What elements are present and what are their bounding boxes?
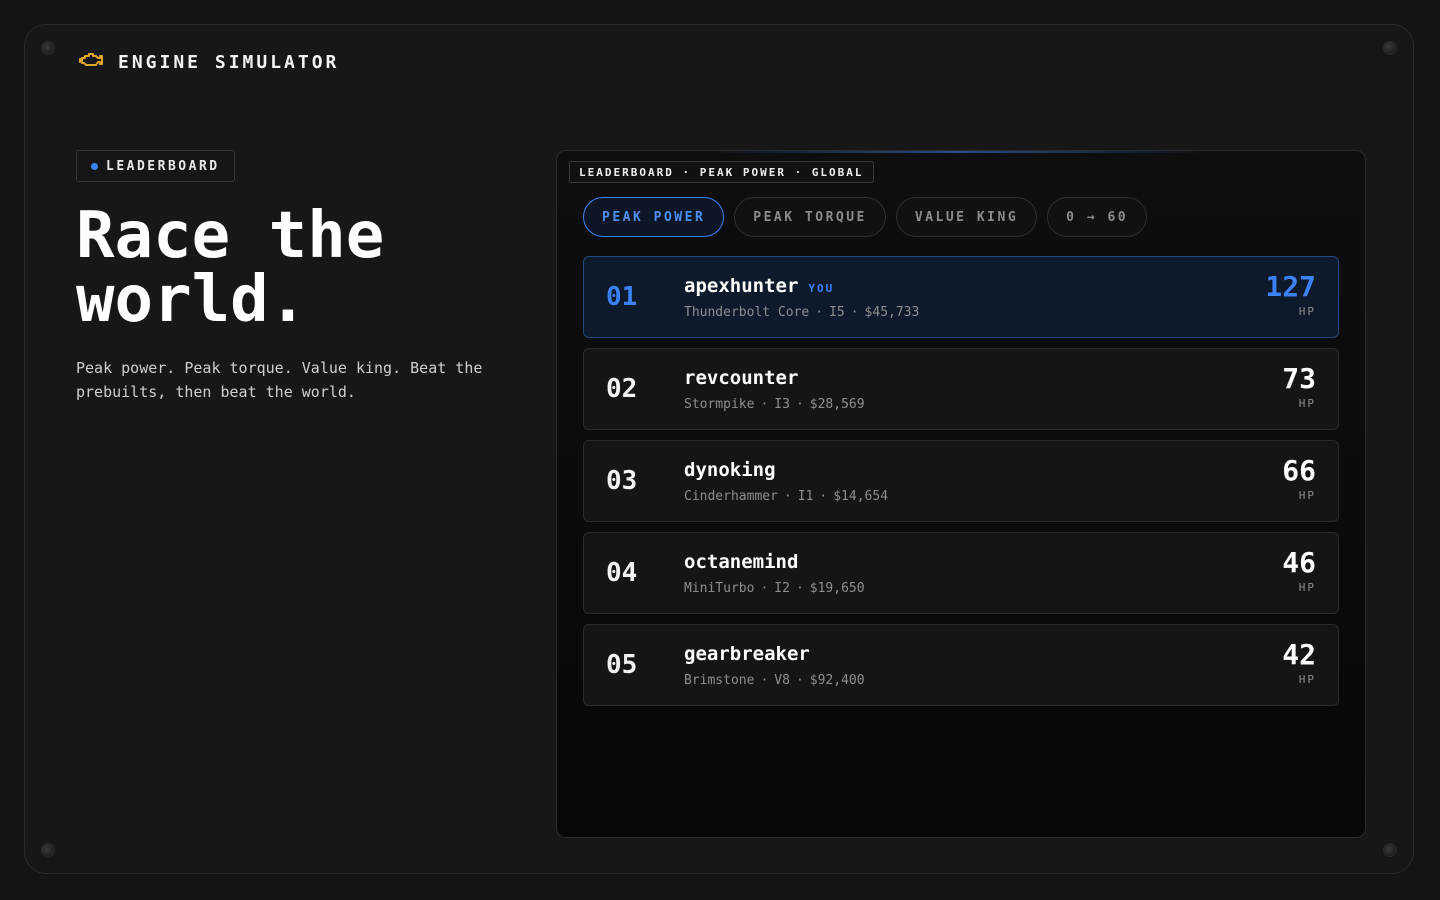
engine-meta: MiniTurbo · I2 · $19,650 [684, 581, 865, 596]
engine-meta: Stormpike · I3 · $28,569 [684, 397, 865, 412]
leaderboard-row[interactable]: 05 gearbreaker Brimstone · V8 · $92,400 42 H… [583, 624, 1339, 706]
tab-peak-torque[interactable]: PEAK TORQUE [734, 197, 886, 237]
score-unit: HP [1298, 397, 1316, 410]
leaderboard-row[interactable]: 01 apexhunter YOU Thunderbolt Core · I5 · $4… [583, 256, 1339, 338]
engine-config: I2 [774, 581, 790, 596]
section-badge: LEADERBOARD [76, 150, 235, 182]
player-name: octanemind [684, 551, 799, 573]
score: 42 HP [1282, 638, 1316, 687]
rank-number: 03 [606, 466, 638, 496]
category-tabs: PEAK POWER PEAK TORQUE VALUE KING 0 → 60 [583, 197, 1148, 237]
engine-price: $14,654 [833, 489, 889, 504]
score: 73 HP [1282, 362, 1316, 411]
player-name: revcounter [684, 367, 799, 389]
headline-line-2: world. [76, 263, 308, 337]
player-line: revcounter [684, 367, 798, 389]
engine-config: I5 [829, 305, 845, 320]
engine-meta: Cinderhammer · I1 · $14,654 [684, 489, 889, 504]
rank-number: 01 [606, 282, 638, 312]
leaderboard-row[interactable]: 04 octanemind MiniTurbo · I2 · $19,650 46 HP [583, 532, 1339, 614]
score-unit: HP [1298, 581, 1316, 594]
engine-price: $19,650 [809, 581, 865, 596]
screw-decoration [41, 843, 55, 857]
player-line: apexhunter YOU [684, 275, 834, 297]
tagline: Peak power. Peak torque. Value king. Bea… [76, 359, 483, 401]
player-line: gearbreaker [684, 643, 810, 665]
player-line: dynoking [684, 459, 776, 481]
app-title: ENGINE SIMULATOR [118, 51, 340, 73]
panel-glow [707, 151, 1207, 153]
engine-icon [78, 50, 104, 74]
player-name: dynoking [684, 459, 776, 481]
page-headline: Race the world. [76, 204, 384, 332]
rank-number: 05 [606, 650, 638, 680]
rank-number: 02 [606, 374, 638, 404]
player-name: gearbreaker [684, 643, 810, 665]
engine-name: Cinderhammer [684, 489, 778, 504]
score-unit: HP [1298, 305, 1316, 318]
score-value: 127 [1265, 270, 1316, 303]
score-unit: HP [1298, 673, 1316, 686]
score-value: 42 [1282, 638, 1316, 671]
score-unit: HP [1298, 489, 1316, 502]
score: 127 HP [1265, 270, 1316, 319]
panel-label: LEADERBOARD · PEAK POWER · GLOBAL [569, 161, 874, 183]
leaderboard-row[interactable]: 02 revcounter Stormpike · I3 · $28,569 73 HP [583, 348, 1339, 430]
engine-config: V8 [774, 673, 790, 688]
engine-meta: Thunderbolt Core · I5 · $45,733 [684, 305, 920, 320]
player-line: octanemind [684, 551, 798, 573]
player-name: apexhunter [684, 275, 799, 297]
badge-label: LEADERBOARD [106, 158, 220, 174]
you-badge: YOU [808, 282, 835, 295]
leaderboard-list: 01 apexhunter YOU Thunderbolt Core · I5 · $4… [583, 256, 1339, 716]
engine-price: $92,400 [809, 673, 865, 688]
rank-number: 04 [606, 558, 638, 588]
engine-name: Stormpike [684, 397, 755, 412]
status-dot-icon [91, 162, 98, 170]
leaderboard-row[interactable]: 03 dynoking Cinderhammer · I1 · $14,654 66 H… [583, 440, 1339, 522]
score: 66 HP [1282, 454, 1316, 503]
engine-name: Brimstone [684, 673, 755, 688]
score-value: 46 [1282, 546, 1316, 579]
tab-zero-to-sixty[interactable]: 0 → 60 [1047, 197, 1148, 237]
tab-peak-power[interactable]: PEAK POWER [583, 197, 725, 237]
headline-line-1: Race the [76, 199, 385, 273]
tab-value-king[interactable]: VALUE KING [895, 197, 1038, 237]
engine-config: I3 [774, 397, 790, 412]
engine-price: $45,733 [864, 305, 920, 320]
engine-name: MiniTurbo [684, 581, 755, 596]
brand[interactable]: ENGINE SIMULATOR [78, 50, 339, 74]
leaderboard-panel: LEADERBOARD · PEAK POWER · GLOBAL PEAK P… [556, 150, 1366, 838]
engine-meta: Brimstone · V8 · $92,400 [684, 673, 865, 688]
score-value: 73 [1282, 362, 1316, 395]
engine-config: I1 [797, 489, 814, 504]
engine-price: $28,569 [809, 397, 865, 412]
score-value: 66 [1282, 454, 1316, 487]
score: 46 HP [1282, 546, 1316, 595]
screw-decoration [1383, 843, 1397, 857]
engine-name: Thunderbolt Core [684, 305, 810, 320]
screw-decoration [41, 41, 55, 55]
screw-decoration [1383, 41, 1397, 55]
